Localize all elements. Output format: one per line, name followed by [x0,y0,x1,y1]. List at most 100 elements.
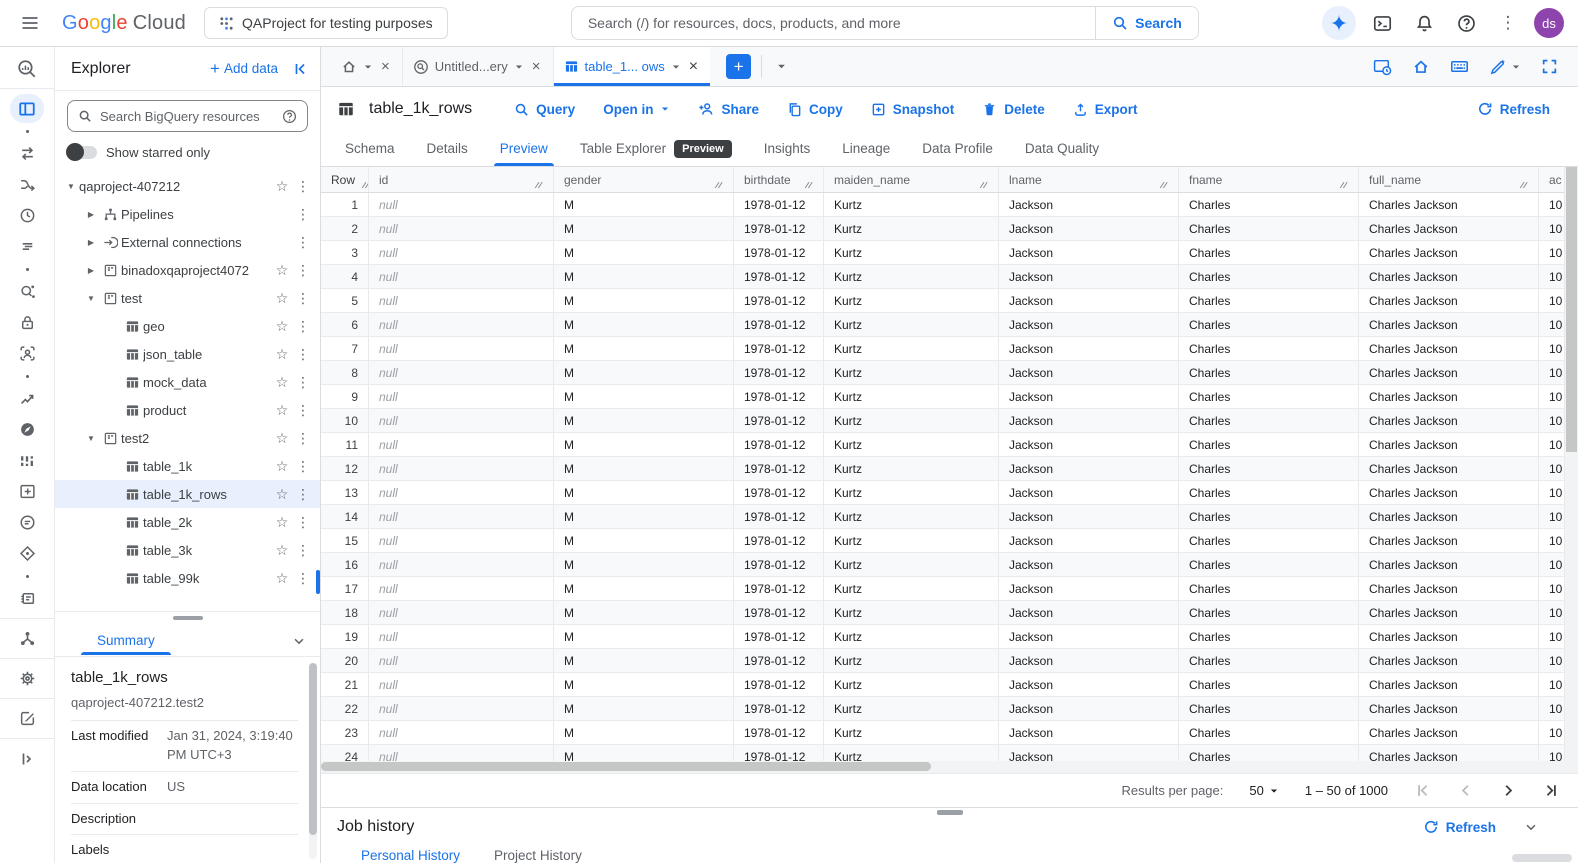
tree-item-binadoxqaproject4072[interactable]: ▶ binadoxqaproject4072 ☆ ⋮ [55,256,320,284]
share-button[interactable]: Share [686,93,771,125]
job-history-scrollbar-thumb[interactable] [1512,854,1572,862]
tree-item-test[interactable]: ▼ test ☆ ⋮ [55,284,320,312]
tree-item-table-1k[interactable]: table_1k ☆ ⋮ [55,452,320,480]
editor-tab-untitled-query[interactable]: Untitled...ery × [403,47,554,86]
open-in-button[interactable]: Open in [591,94,682,125]
more-options-icon[interactable]: ⋮ [294,542,312,559]
more-options-icon[interactable]: ⋮ [1492,7,1524,39]
column-resize-icon[interactable] [714,180,723,192]
global-search-button[interactable]: Search [1095,7,1198,39]
rail-item-window-grid[interactable] [10,477,44,506]
vertical-scrollbar-thumb[interactable] [1566,167,1577,453]
tab-table-explorer[interactable]: Table Explorer Preview [564,131,748,166]
rail-item-person-frame[interactable] [10,339,44,368]
rail-item-search-network[interactable] [10,277,44,306]
project-selector[interactable]: QAProject for testing purposes [204,7,448,39]
gemini-button[interactable] [1322,6,1356,40]
global-search-input[interactable] [571,7,1096,39]
tab-project-history[interactable]: Project History [480,844,596,863]
column-resize-icon[interactable] [979,180,988,192]
more-options-icon[interactable]: ⋮ [294,486,312,503]
close-icon[interactable]: × [530,58,543,75]
column-header-id[interactable]: id [369,167,554,192]
tree-item-product[interactable]: product ☆ ⋮ [55,396,320,424]
star-icon[interactable]: ☆ [270,290,294,307]
expand-arrow-icon[interactable]: ▼ [63,182,79,191]
tree-item-qaproject-407212[interactable]: ▼ qaproject-407212 ☆ ⋮ [55,172,320,200]
rail-item-clock-history[interactable] [10,201,44,230]
rail-item-panel-columns[interactable] [10,94,44,123]
chevron-down-icon[interactable] [514,62,524,72]
tree-item-table-1k-rows[interactable]: table_1k_rows ☆ ⋮ [55,480,320,508]
last-page-icon[interactable] [1543,782,1560,799]
tab-list-chevron-icon[interactable] [762,47,801,86]
star-icon[interactable]: ☆ [270,402,294,419]
rail-item-chat-circle[interactable] [10,508,44,537]
new-tab-button[interactable]: + [726,54,752,79]
next-page-icon[interactable] [1500,782,1517,799]
column-resize-icon[interactable] [1159,180,1168,192]
avatar[interactable]: ds [1534,8,1564,38]
rail-item-memory-card[interactable] [10,584,44,613]
delete-button[interactable]: Delete [970,94,1057,125]
column-header-maiden_name[interactable]: maiden_name [824,167,999,192]
search-help-icon[interactable] [282,109,297,124]
rail-item-swap-arrows[interactable] [10,139,44,168]
more-options-icon[interactable]: ⋮ [294,206,312,223]
refresh-button[interactable]: Refresh [1465,93,1562,125]
rail-item-share-nodes[interactable] [10,624,44,653]
more-options-icon[interactable]: ⋮ [294,570,312,587]
export-button[interactable]: Export [1061,94,1150,125]
rail-item-gear[interactable] [10,664,44,693]
more-options-icon[interactable]: ⋮ [294,346,312,363]
column-header-ac[interactable]: ac [1539,167,1564,192]
column-resize-icon[interactable] [534,180,543,192]
more-options-icon[interactable]: ⋮ [294,430,312,447]
explorer-scrollbar-thumb[interactable] [316,570,320,594]
expand-arrow-icon[interactable]: ▼ [83,294,99,303]
tree-item-geo[interactable]: geo ☆ ⋮ [55,312,320,340]
chevron-down-icon[interactable] [292,634,306,648]
star-icon[interactable]: ☆ [270,458,294,475]
tab-personal-history[interactable]: Personal History [347,844,474,863]
star-icon[interactable]: ☆ [270,542,294,559]
job-history-resize-handle[interactable] [936,810,963,815]
more-options-icon[interactable]: ⋮ [294,458,312,475]
tab-details[interactable]: Details [411,131,484,166]
add-data-button[interactable]: + Add data [210,59,278,79]
rail-item-compass[interactable] [10,415,44,444]
column-header-row[interactable]: Row [321,167,369,192]
tab-summary[interactable]: Summary [81,626,171,655]
star-icon[interactable]: ☆ [270,486,294,503]
tab-data-quality[interactable]: Data Quality [1009,131,1115,166]
rail-item-lock[interactable] [10,308,44,337]
close-icon[interactable]: × [687,58,700,76]
column-resize-icon[interactable] [1519,180,1528,192]
collapse-arrow-icon[interactable]: ▶ [83,266,99,275]
chevron-down-icon[interactable] [671,62,681,72]
editor-tab-table-1k-rows[interactable]: table_1... ows × [553,47,711,86]
collapse-arrow-icon[interactable]: ▶ [83,238,99,247]
tree-item-mock-data[interactable]: mock_data ☆ ⋮ [55,368,320,396]
more-options-icon[interactable]: ⋮ [294,374,312,391]
tree-item-json-table[interactable]: json_table ☆ ⋮ [55,340,320,368]
column-header-lname[interactable]: lname [999,167,1179,192]
star-icon[interactable]: ☆ [270,374,294,391]
sql-generation-menu[interactable] [1489,58,1521,76]
column-header-fname[interactable]: fname [1179,167,1359,192]
more-options-icon[interactable]: ⋮ [294,262,312,279]
chevron-down-icon[interactable] [1524,820,1538,834]
more-options-icon[interactable]: ⋮ [294,178,312,195]
keyboard-icon[interactable] [1450,57,1469,76]
rail-item-expand-panel[interactable] [10,744,44,773]
tree-item-pipelines[interactable]: ▶ Pipelines ⋮ [55,200,320,228]
collapse-panel-icon[interactable] [292,61,308,77]
star-icon[interactable]: ☆ [270,570,294,587]
chevron-down-icon[interactable] [363,62,373,72]
starred-toggle[interactable] [66,142,97,161]
tab-schema[interactable]: Schema [329,131,411,166]
rail-item-trend-chart[interactable] [10,384,44,413]
query-button[interactable]: Query [502,94,587,125]
tab-preview[interactable]: Preview [484,131,564,166]
more-options-icon[interactable]: ⋮ [294,514,312,531]
